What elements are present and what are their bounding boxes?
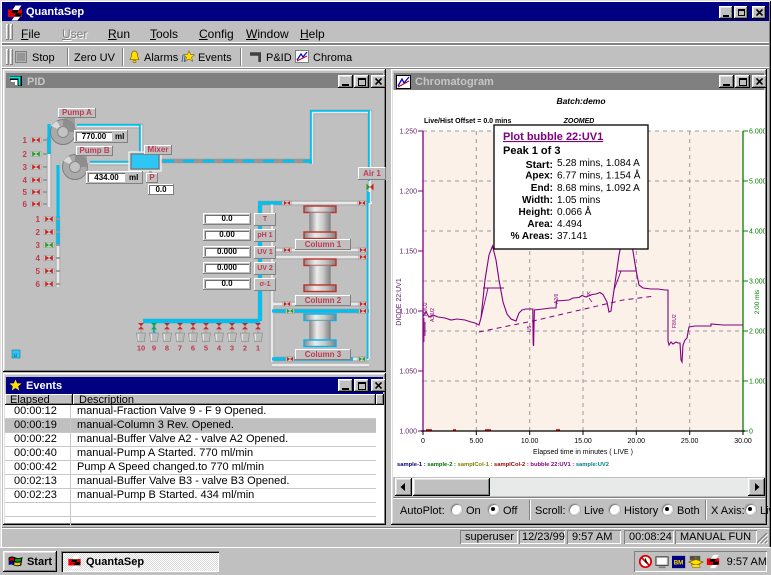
svg-text:u: u bbox=[14, 353, 17, 359]
svg-text:6: 6 bbox=[36, 280, 41, 289]
svg-text:F9/U2: F9/U2 bbox=[423, 302, 429, 316]
svg-text:Peak 1 of 3: Peak 1 of 3 bbox=[503, 145, 560, 157]
svg-text:4.000: 4.000 bbox=[749, 229, 765, 236]
svg-text:Live/Hist Offset = 0.0 mins: Live/Hist Offset = 0.0 mins bbox=[424, 118, 511, 125]
svg-text:3: 3 bbox=[36, 241, 41, 250]
svg-text:Height:: Height: bbox=[519, 207, 553, 218]
svg-text:K: K bbox=[587, 292, 591, 298]
svg-text:4: 4 bbox=[217, 344, 222, 353]
svg-text:6.77 mins, 1.154 Å: 6.77 mins, 1.154 Å bbox=[557, 169, 641, 182]
svg-text:5: 5 bbox=[23, 188, 28, 197]
svg-text:2:00 mls: 2:00 mls bbox=[754, 289, 761, 314]
svg-text:ZOOMED: ZOOMED bbox=[563, 118, 595, 125]
svg-text:5: 5 bbox=[36, 267, 41, 276]
svg-text:9: 9 bbox=[152, 344, 156, 353]
svg-text:5: 5 bbox=[204, 344, 208, 353]
svg-text:4.494: 4.494 bbox=[557, 219, 582, 230]
svg-text:A2/6: A2/6 bbox=[554, 293, 560, 304]
svg-text:BM: BM bbox=[674, 559, 684, 566]
svg-text:4: 4 bbox=[23, 176, 28, 185]
svg-text:3.000: 3.000 bbox=[749, 279, 765, 286]
svg-text:Start:: Start: bbox=[526, 159, 553, 171]
svg-text:5.28 mins, 1.084 A: 5.28 mins, 1.084 A bbox=[557, 158, 640, 169]
svg-text:6: 6 bbox=[191, 344, 195, 353]
svg-text:F8/U2: F8/U2 bbox=[672, 314, 678, 328]
svg-text:2: 2 bbox=[36, 228, 41, 237]
svg-text:10.00: 10.00 bbox=[521, 438, 539, 445]
svg-text:% Areas:: % Areas: bbox=[511, 231, 553, 242]
svg-text:30.00: 30.00 bbox=[734, 438, 752, 445]
svg-text:Batch:demo: Batch:demo bbox=[556, 96, 605, 106]
svg-text:U5: U5 bbox=[527, 325, 533, 332]
svg-text:2: 2 bbox=[23, 150, 28, 159]
svg-text:1.250: 1.250 bbox=[399, 129, 417, 136]
svg-text:15.00: 15.00 bbox=[574, 438, 592, 445]
svg-text:3: 3 bbox=[230, 344, 234, 353]
svg-text:1.050: 1.050 bbox=[399, 369, 417, 376]
svg-text:25.00: 25.00 bbox=[681, 438, 699, 445]
svg-text:sample-1 : sample-2 : samplCol: sample-1 : sample-2 : samplCol-1 : sampl… bbox=[397, 462, 609, 468]
svg-text:5.00: 5.00 bbox=[469, 438, 483, 445]
svg-text:8.68 mins, 1.092 A: 8.68 mins, 1.092 A bbox=[557, 183, 640, 194]
svg-text:6: 6 bbox=[23, 200, 28, 209]
svg-text:0: 0 bbox=[749, 429, 753, 436]
svg-text:3: 3 bbox=[23, 163, 28, 172]
svg-text:5.000: 5.000 bbox=[749, 179, 765, 186]
svg-text:A3/U2: A3/U2 bbox=[430, 308, 436, 322]
svg-text:1: 1 bbox=[36, 215, 41, 224]
svg-text:1.05 mins: 1.05 mins bbox=[557, 195, 600, 206]
svg-text:Apex:: Apex: bbox=[525, 171, 553, 182]
svg-text:Elapsed time in minutes ( LIVE: Elapsed time in minutes ( LIVE ) bbox=[533, 449, 633, 456]
svg-text:0.066 Å: 0.066 Å bbox=[557, 205, 592, 218]
svg-text:6.000: 6.000 bbox=[749, 129, 765, 136]
svg-text:1.150: 1.150 bbox=[399, 249, 417, 256]
svg-text:1: 1 bbox=[23, 136, 28, 145]
svg-text:4: 4 bbox=[36, 254, 41, 263]
svg-text:2.000: 2.000 bbox=[749, 329, 765, 336]
svg-text:1.000: 1.000 bbox=[749, 379, 765, 386]
svg-text:37.141: 37.141 bbox=[557, 231, 588, 242]
svg-text:1: 1 bbox=[256, 344, 260, 353]
svg-text:Width:: Width: bbox=[522, 195, 553, 206]
svg-text:Plot bubble 22:UV1: Plot bubble 22:UV1 bbox=[503, 131, 603, 143]
svg-text:7: 7 bbox=[178, 344, 182, 353]
svg-text:8: 8 bbox=[165, 344, 169, 353]
svg-text:2: 2 bbox=[243, 344, 247, 353]
svg-text:1.200: 1.200 bbox=[399, 189, 417, 196]
svg-text:Area:: Area: bbox=[527, 219, 553, 230]
svg-text:End:: End: bbox=[531, 183, 553, 194]
svg-text:0: 0 bbox=[421, 438, 425, 445]
svg-text:20.00: 20.00 bbox=[628, 438, 646, 445]
svg-text:DIODE 22:UV1: DIODE 22:UV1 bbox=[396, 278, 403, 326]
svg-text:10: 10 bbox=[137, 344, 145, 353]
svg-text:1.000: 1.000 bbox=[399, 429, 417, 436]
